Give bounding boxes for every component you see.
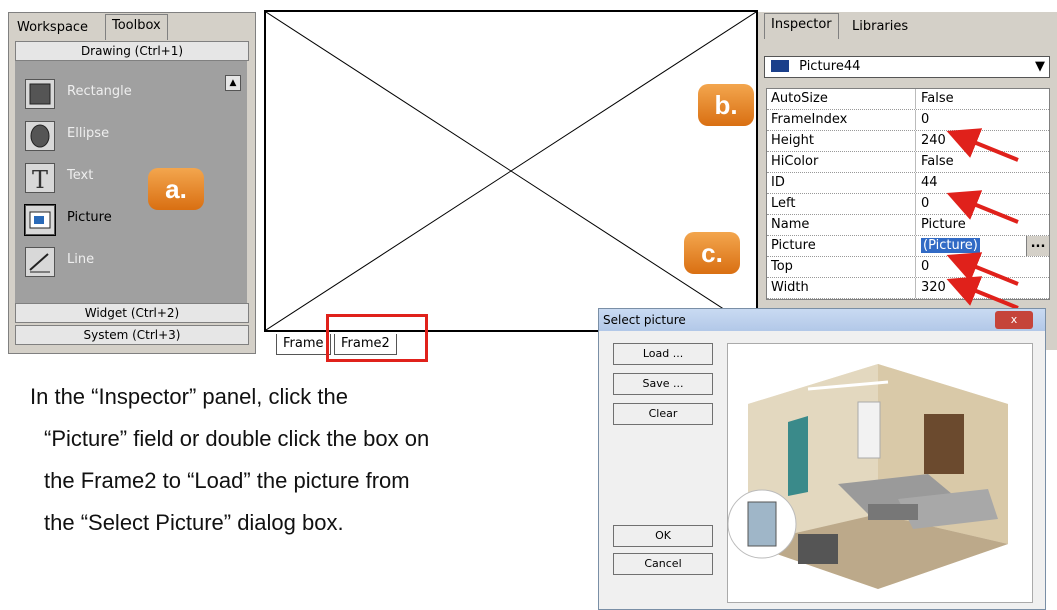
close-button[interactable]: x xyxy=(995,311,1033,329)
design-canvas[interactable] xyxy=(264,10,758,332)
arrow-top-icon xyxy=(946,252,1019,286)
tab-inspector[interactable]: Inspector xyxy=(764,13,839,39)
property-name: Left xyxy=(771,196,796,211)
instruction-line: the Frame2 to “Load” the picture from xyxy=(44,468,410,493)
arrow-width-icon xyxy=(946,276,1019,310)
tool-label: Text xyxy=(67,168,94,183)
property-row[interactable]: AutoSize False xyxy=(767,89,1049,110)
picture-icon xyxy=(24,204,56,236)
tab-workspace[interactable]: Workspace xyxy=(11,17,94,39)
dialog-title: Select picture xyxy=(603,313,686,327)
instruction-line: “Picture” field or double click the box … xyxy=(44,426,430,451)
dropdown-arrow-icon[interactable]: ▼ xyxy=(1035,57,1045,77)
tool-label: Rectangle xyxy=(67,84,132,99)
tool-line[interactable]: Line xyxy=(21,243,201,279)
property-value: False xyxy=(921,91,954,106)
property-name: ID xyxy=(771,175,785,190)
section-system-button[interactable]: System (Ctrl+3) xyxy=(15,325,249,345)
tab-frame[interactable]: Frame xyxy=(276,334,331,355)
tool-label: Picture xyxy=(67,210,112,225)
inspector-tabstrip: Inspector Libraries xyxy=(758,12,1057,39)
object-name: Picture44 xyxy=(799,59,861,74)
property-value: 44 xyxy=(921,175,938,190)
property-name: Name xyxy=(771,217,810,232)
living-room-illustration xyxy=(727,364,1008,589)
load-button[interactable]: Load ... xyxy=(613,343,713,365)
tool-rectangle[interactable]: Rectangle xyxy=(21,75,201,111)
instruction-line: In the “Inspector” panel, click the xyxy=(30,384,348,409)
tab-toolbox[interactable]: Toolbox xyxy=(105,14,168,40)
property-name: Width xyxy=(771,280,809,295)
dialog-titlebar: Select picture x xyxy=(599,309,1045,331)
callout-b: b. xyxy=(698,84,754,126)
tool-label: Line xyxy=(67,252,95,267)
property-value: 0 xyxy=(921,259,930,274)
callout-a: a. xyxy=(148,168,204,210)
property-value: 0 xyxy=(921,196,930,211)
picture-placeholder[interactable] xyxy=(265,11,757,331)
object-select[interactable]: Picture44 ▼ xyxy=(764,56,1050,78)
picture-preview xyxy=(727,343,1033,603)
property-name: AutoSize xyxy=(771,91,828,106)
svg-text:T: T xyxy=(32,166,48,192)
clear-button[interactable]: Clear xyxy=(613,403,713,425)
select-picture-dialog: Select picture x Load ... Save ... Clear… xyxy=(598,308,1046,610)
rectangle-icon xyxy=(25,79,55,109)
ellipse-icon xyxy=(25,121,55,151)
property-name: Height xyxy=(771,133,814,148)
frame2-highlight-box xyxy=(326,314,428,362)
tool-label: Ellipse xyxy=(67,126,110,141)
property-name: HiColor xyxy=(771,154,819,169)
save-button[interactable]: Save ... xyxy=(613,373,713,395)
text-icon: T xyxy=(25,163,55,194)
arrow-left-icon xyxy=(946,190,1019,224)
cancel-button[interactable]: Cancel xyxy=(613,553,713,575)
section-drawing-button[interactable]: Drawing (Ctrl+1) xyxy=(15,41,249,61)
tool-list: ▲ Rectangle Ellipse T Text Picture Line xyxy=(15,61,247,311)
toolbox-tabstrip: Workspace Toolbox xyxy=(9,13,255,40)
line-icon xyxy=(25,247,55,277)
property-value: 0 xyxy=(921,112,930,127)
property-name: FrameIndex xyxy=(771,112,848,127)
picture-object-icon xyxy=(771,60,789,72)
callout-c: c. xyxy=(684,232,740,274)
arrow-height-icon xyxy=(946,128,1019,162)
ok-button[interactable]: OK xyxy=(613,525,713,547)
tab-libraries[interactable]: Libraries xyxy=(846,16,914,38)
toolbox-panel: Workspace Toolbox Drawing (Ctrl+1) ▲ Rec… xyxy=(8,12,256,354)
instruction-line: the “Select Picture” dialog box. xyxy=(44,510,344,535)
property-name: Top xyxy=(771,259,793,274)
tool-ellipse[interactable]: Ellipse xyxy=(21,117,201,153)
property-name: Picture xyxy=(771,238,816,253)
scroll-up-icon[interactable]: ▲ xyxy=(225,75,241,91)
section-widget-button[interactable]: Widget (Ctrl+2) xyxy=(15,303,249,323)
red-arrows xyxy=(946,128,1019,310)
